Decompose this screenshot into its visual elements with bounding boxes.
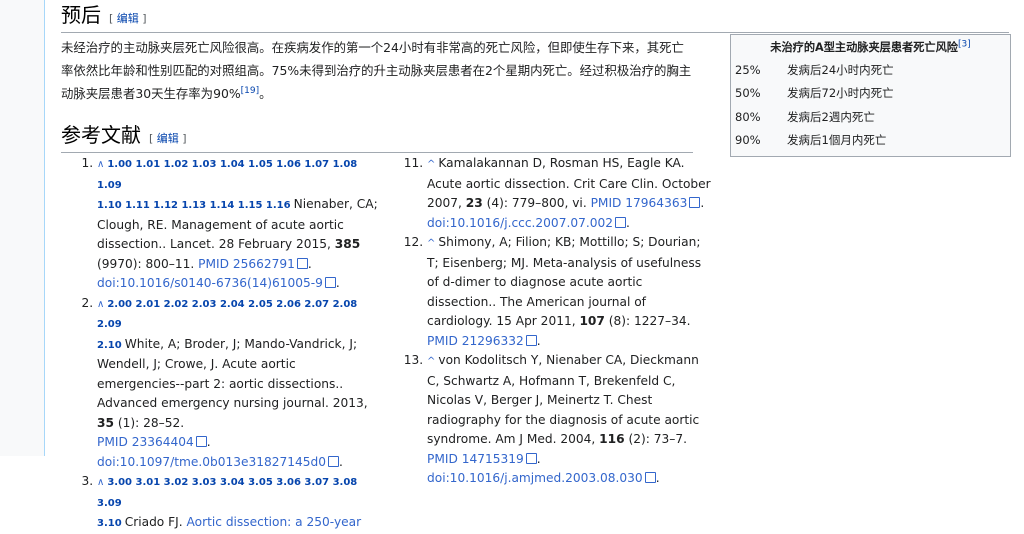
reference-list: ^Kamalakannan D, Rosman HS, Eagle KA. Ac… [391, 154, 713, 489]
doi-link[interactable]: doi:10.1016/s0140-6736(14)61005-9 [97, 276, 323, 290]
reference-item-2: ∧2.00 2.01 2.02 2.03 2.04 2.05 2.06 2.07… [97, 294, 381, 473]
citation-volume: 107 [579, 314, 605, 328]
prognosis-heading: 预后 [ 编辑 ] [61, 2, 1009, 33]
backlinks-3a[interactable]: 3.00 3.01 3.02 3.03 3.04 3.05 3.06 3.07 … [97, 477, 357, 509]
pmid-link[interactable]: PMID 21296332 [427, 334, 524, 348]
citation-volume: 35 [97, 415, 114, 430]
infobox-row-label: 发病后72小时内死亡 [787, 86, 894, 101]
infobox-row-pct: 90% [735, 133, 761, 148]
title-link[interactable]: Aortic dissection: a 250-year [186, 515, 361, 529]
citation-pages: (9970): 800–11. [97, 256, 195, 271]
citation-volume: 385 [334, 237, 361, 251]
infobox-row-pct: 80% [735, 109, 761, 124]
mortality-infobox: 未治疗的A型主动脉夹层患者死亡风险[3] 25% 发病后24小时内死亡 50% 发病… [730, 34, 1011, 157]
references-edit-section: [ 编辑 ] [149, 132, 187, 145]
backlink-caret[interactable]: ^ [427, 159, 435, 170]
external-link-icon [296, 257, 308, 269]
reference-list: ∧1.00 1.01 1.02 1.03 1.04 1.05 1.06 1.07… [61, 154, 381, 534]
external-link-icon [644, 472, 656, 483]
backlink-caret: ∧ [97, 477, 105, 488]
pmid-link[interactable]: PMID 25662791 [198, 257, 295, 271]
citation-volume: 116 [599, 432, 625, 446]
doi-link[interactable]: doi:10.1097/tme.0b013e31827145d0 [97, 455, 326, 469]
reference-item-3: ∧3.00 3.01 3.02 3.03 3.04 3.05 3.06 3.07… [97, 472, 381, 534]
external-link-icon [328, 455, 339, 467]
citation-pages: (8): 1227–34. [608, 314, 691, 328]
infobox-row-label: 发病后24小时内死亡 [787, 62, 894, 77]
infobox-row-label: 发病后1個月内死亡 [787, 133, 887, 148]
infobox-row: 50% 发病后72小时内死亡 [731, 82, 1010, 106]
citation-19[interactable]: [19] [241, 86, 259, 96]
references-column-right: ^Kamalakannan D, Rosman HS, Eagle KA. Ac… [391, 154, 713, 489]
external-link-icon [195, 436, 207, 447]
infobox-row: 80% 发病后2週内死亡 [731, 105, 1010, 129]
reference-item-11: ^Kamalakannan D, Rosman HS, Eagle KA. Ac… [427, 154, 713, 233]
infobox-citation-3[interactable]: [3] [958, 39, 971, 49]
prognosis-edit-link[interactable]: 编辑 [117, 12, 139, 25]
pmid-link[interactable]: PMID 14715319 [427, 452, 524, 466]
pmid-link[interactable]: PMID 17964363 [591, 196, 688, 210]
backlinks-1a[interactable]: 1.00 1.01 1.02 1.03 1.04 1.05 1.06 1.07 … [97, 159, 357, 191]
external-link-icon [525, 452, 537, 464]
citation-pages: (1): 28–52. [117, 415, 185, 430]
infobox-row-pct: 25% [735, 62, 761, 77]
backlinks-2b[interactable]: 2.10 [97, 340, 122, 351]
references-heading: 参考文献 [ 编辑 ] [61, 122, 693, 153]
external-link-icon [614, 216, 626, 228]
citation-text: White, A; Broder, J; Mando-Vandrick, J; … [97, 336, 368, 411]
infobox-row: 25% 发病后24小时内死亡 [731, 58, 1010, 82]
reference-item-1: ∧1.00 1.01 1.02 1.03 1.04 1.05 1.06 1.07… [97, 154, 381, 294]
infobox-row-pct: 50% [735, 86, 761, 101]
backlink-caret: ∧ [97, 159, 105, 170]
infobox-row-label: 发病后2週内死亡 [787, 109, 875, 124]
sidebar-panel [0, 0, 44, 456]
backlinks-1b[interactable]: 1.10 1.11 1.12 1.13 1.14 1.15 1.16 [97, 200, 291, 211]
references-column-left: ∧1.00 1.01 1.02 1.03 1.04 1.05 1.06 1.07… [61, 154, 381, 534]
external-link-icon [689, 197, 701, 208]
citation-pages: (4): 779–800, vi. [486, 196, 587, 210]
external-link-icon [525, 334, 537, 346]
reference-item-13: ^von Kodolitsch Y, Nienaber CA, Dieckman… [427, 351, 713, 489]
references-heading-text: 参考文献 [61, 123, 141, 147]
backlink-caret[interactable]: ^ [427, 356, 435, 367]
prognosis-paragraph: 未经治疗的主动脉夹层死亡风险很高。在疾病发作的第一个24小时有非常高的死亡风险，… [61, 36, 693, 105]
reference-item-12: ^Shimony, A; Filion; KB; Mottillo; S; Do… [427, 233, 713, 351]
prognosis-end: 。 [259, 86, 272, 101]
infobox-row: 90% 发病后1個月内死亡 [731, 129, 1010, 153]
doi-link[interactable]: doi:10.1016/j.amjmed.2003.08.030 [427, 471, 643, 485]
prognosis-heading-text: 预后 [61, 3, 101, 27]
external-link-icon [324, 277, 336, 288]
article-content: 预后 [ 编辑 ] 未经治疗的主动脉夹层死亡风险很高。在疾病发作的第一个24小时有… [45, 0, 1024, 529]
references-edit-link[interactable]: 编辑 [157, 132, 179, 145]
backlinks-2a[interactable]: 2.00 2.01 2.02 2.03 2.04 2.05 2.06 2.07 … [97, 299, 357, 331]
backlink-caret[interactable]: ^ [427, 238, 435, 249]
citation-text: Criado FJ. [124, 515, 183, 529]
doi-link[interactable]: doi:10.1016/j.ccc.2007.07.002 [427, 216, 613, 230]
prognosis-edit-section: [ 编辑 ] [109, 12, 147, 25]
pmid-link[interactable]: PMID 23364404 [97, 435, 194, 449]
backlink-caret: ∧ [97, 298, 105, 310]
infobox-caption-text: 未治疗的A型主动脉夹层患者死亡风险 [770, 41, 958, 54]
infobox-caption: 未治疗的A型主动脉夹层患者死亡风险[3] [731, 35, 1010, 58]
prognosis-text: 未经治疗的主动脉夹层死亡风险很高。在疾病发作的第一个24小时有非常高的死亡风险，… [61, 40, 692, 101]
citation-pages: (2): 73–7. [628, 432, 687, 446]
citation-volume: 23 [465, 196, 483, 210]
backlinks-3b[interactable]: 3.10 [97, 518, 122, 529]
